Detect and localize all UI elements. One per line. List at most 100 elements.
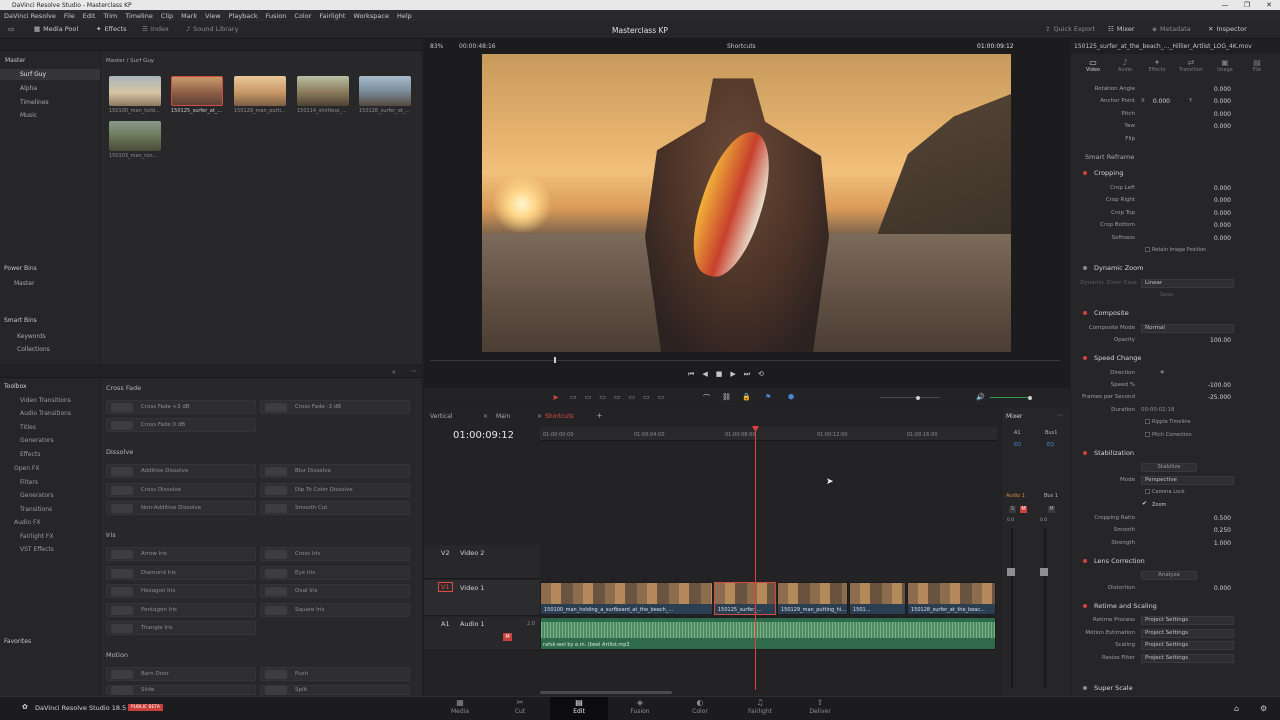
playhead[interactable] — [755, 427, 756, 690]
volume-icon[interactable]: 🔊 — [976, 393, 985, 401]
effects-button[interactable]: ✦ Effects — [96, 25, 127, 33]
zoom-checkbox[interactable]: ✔ — [1142, 500, 1147, 507]
loop-icon[interactable]: ⟲ — [758, 370, 764, 379]
fx-cross-iris[interactable]: Cross Iris — [260, 547, 410, 561]
timeline-clip[interactable]: 150100_man_holding_a_surfboard_at_the_be… — [540, 582, 713, 615]
tree-titles[interactable]: Titles — [20, 424, 36, 431]
page-fusion[interactable]: ◈ Fusion — [620, 698, 660, 715]
section-enabled-dot[interactable] — [1083, 311, 1087, 315]
fx-hexagon-iris[interactable]: Hexagon Iris — [106, 584, 256, 598]
page-fairlight[interactable]: ♫ Fairlight — [740, 698, 780, 715]
tree-video-transitions[interactable]: Video Transitions — [20, 397, 71, 404]
menu-trim[interactable]: Trim — [103, 12, 117, 20]
more-options-icon[interactable]: ⋯ — [410, 367, 417, 375]
section-retime-scaling[interactable]: Retime and Scaling — [1094, 602, 1157, 610]
tree-audio-transitions[interactable]: Audio Transitions — [20, 410, 71, 417]
zoom-level[interactable]: 83% — [430, 43, 443, 50]
scrubber-handle[interactable] — [554, 357, 556, 363]
fx-slide[interactable]: Slide — [106, 685, 256, 695]
inspector-tab-audio[interactable]: ♪ Audio — [1110, 58, 1140, 73]
fx-triangle-iris[interactable]: Triangle Iris — [106, 621, 256, 635]
timeline-zoom-slider[interactable] — [880, 395, 940, 400]
metadata-button[interactable]: ◈ Metadata — [1152, 25, 1191, 33]
fx-blur-dissolve[interactable]: Blur Dissolve — [260, 464, 410, 478]
tree-filters[interactable]: Filters — [20, 479, 38, 486]
value-crop-left[interactable]: 0.000 — [1201, 185, 1231, 192]
value-crop-ratio[interactable]: 0.500 — [1201, 515, 1231, 522]
value-softness[interactable]: 0.000 — [1201, 235, 1231, 242]
inspector-tab-video[interactable]: ▭ Video — [1078, 58, 1108, 73]
fx-cross-fade-plus3[interactable]: Cross Fade +3 dB — [106, 400, 256, 414]
home-icon[interactable]: ⌂ — [1234, 704, 1239, 713]
menu-timeline[interactable]: Timeline — [125, 12, 153, 20]
timeline-tab-shortcuts[interactable]: Shortcuts — [545, 413, 574, 420]
timeline-clip[interactable]: 150129_man_putting_hi... — [777, 582, 848, 615]
menu-fairlight[interactable]: Fairlight — [319, 12, 345, 20]
index-button[interactable]: ☰ Index — [142, 25, 169, 33]
menu-mark[interactable]: Mark — [181, 12, 197, 20]
menu-view[interactable]: View — [205, 12, 220, 20]
mute-button[interactable]: M — [503, 633, 512, 641]
fx-cross-dissolve[interactable]: Cross Dissolve — [106, 483, 256, 497]
dz-ease-dropdown[interactable]: Linear — [1141, 279, 1234, 288]
marker-icon[interactable]: ⬢ — [788, 393, 794, 401]
clip-thumbnail[interactable] — [359, 76, 411, 106]
inspector-tab-file[interactable]: ▤ File — [1242, 58, 1272, 73]
motion-estimation-dropdown[interactable]: Project Settings — [1141, 629, 1234, 638]
timeline-zoom-knob[interactable] — [916, 395, 920, 400]
ripple-timeline-checkbox[interactable] — [1145, 419, 1150, 424]
section-disabled-dot[interactable] — [1083, 686, 1087, 690]
eq-label[interactable]: EQ — [1047, 442, 1054, 448]
fx-smooth-cut[interactable]: Smooth Cut — [260, 501, 410, 515]
tree-generators[interactable]: Generators — [20, 437, 54, 444]
section-super-scale[interactable]: Super Scale — [1094, 684, 1133, 692]
viewer-scrubber[interactable] — [430, 357, 1060, 363]
section-cropping[interactable]: Cropping — [1094, 169, 1123, 177]
pitch-correction-checkbox[interactable] — [1145, 432, 1150, 437]
fx-oval-iris[interactable]: Oval Iris — [260, 584, 410, 598]
composite-mode-dropdown[interactable]: Normal — [1141, 324, 1234, 333]
go-to-start-icon[interactable]: ⏮ — [688, 370, 694, 379]
timeline-tab-vertical[interactable]: Vertical — [430, 413, 452, 420]
play-icon[interactable]: ▶ — [730, 370, 735, 379]
close-button[interactable]: ✕ — [1258, 0, 1280, 10]
fx-diamond-iris[interactable]: Diamond Iris — [106, 566, 256, 580]
value-anchor-x[interactable]: 0.000 — [1140, 98, 1170, 105]
tree-vst-effects[interactable]: VST Effects — [20, 546, 54, 553]
retain-image-checkbox[interactable] — [1145, 247, 1150, 252]
stabilization-mode-dropdown[interactable]: Perspective — [1141, 476, 1234, 485]
fx-pentagon-iris[interactable]: Pentagon Iris — [106, 603, 256, 617]
tree-fairlight-fx[interactable]: Fairlight FX — [20, 533, 53, 540]
value-crop-top[interactable]: 0.000 — [1201, 210, 1231, 217]
section-composite[interactable]: Composite — [1094, 309, 1129, 317]
tree-effects[interactable]: Effects — [20, 451, 40, 458]
clip-thumbnail-selected[interactable] — [171, 76, 223, 106]
fx-dip-to-color[interactable]: Dip To Color Dissolve — [260, 483, 410, 497]
close-tab-icon[interactable]: ✕ — [483, 413, 488, 420]
bin-music[interactable]: Music — [20, 112, 37, 119]
section-stabilization[interactable]: Stabilization — [1094, 449, 1134, 457]
section-enabled-dot[interactable] — [1083, 451, 1087, 455]
fx-push[interactable]: Push — [260, 667, 410, 681]
menu-edit[interactable]: Edit — [83, 12, 96, 20]
volume-slider[interactable] — [990, 395, 1032, 400]
value-distortion[interactable]: 0.000 — [1201, 585, 1231, 592]
menu-file[interactable]: File — [64, 12, 75, 20]
smart-bin-collections[interactable]: Collections — [17, 346, 50, 353]
mute-button[interactable]: M — [1048, 506, 1055, 513]
fx-eye-iris[interactable]: Eye Iris — [260, 566, 410, 580]
section-enabled-dot[interactable] — [1083, 604, 1087, 608]
gear-icon[interactable]: ⚙ — [1260, 704, 1267, 713]
resize-filter-dropdown[interactable]: Project Settings — [1141, 654, 1234, 663]
fx-cross-fade-minus3[interactable]: Cross Fade -3 dB — [260, 400, 410, 414]
quick-export-button[interactable]: ⇪ Quick Export — [1045, 25, 1095, 33]
fx-split[interactable]: Split — [260, 685, 410, 695]
menu-playback[interactable]: Playback — [229, 12, 258, 20]
mixer-button[interactable]: ☷ Mixer — [1108, 25, 1135, 33]
lock-icon[interactable]: 🔒 — [742, 393, 751, 401]
timeline-clip[interactable]: 1501... — [849, 582, 906, 615]
scaling-dropdown[interactable]: Project Settings — [1141, 641, 1234, 650]
fx-square-iris[interactable]: Square Iris — [260, 603, 410, 617]
section-smart-reframe[interactable]: Smart Reframe — [1085, 153, 1134, 161]
mixer-more-icon[interactable]: ⋯ — [1057, 412, 1063, 419]
